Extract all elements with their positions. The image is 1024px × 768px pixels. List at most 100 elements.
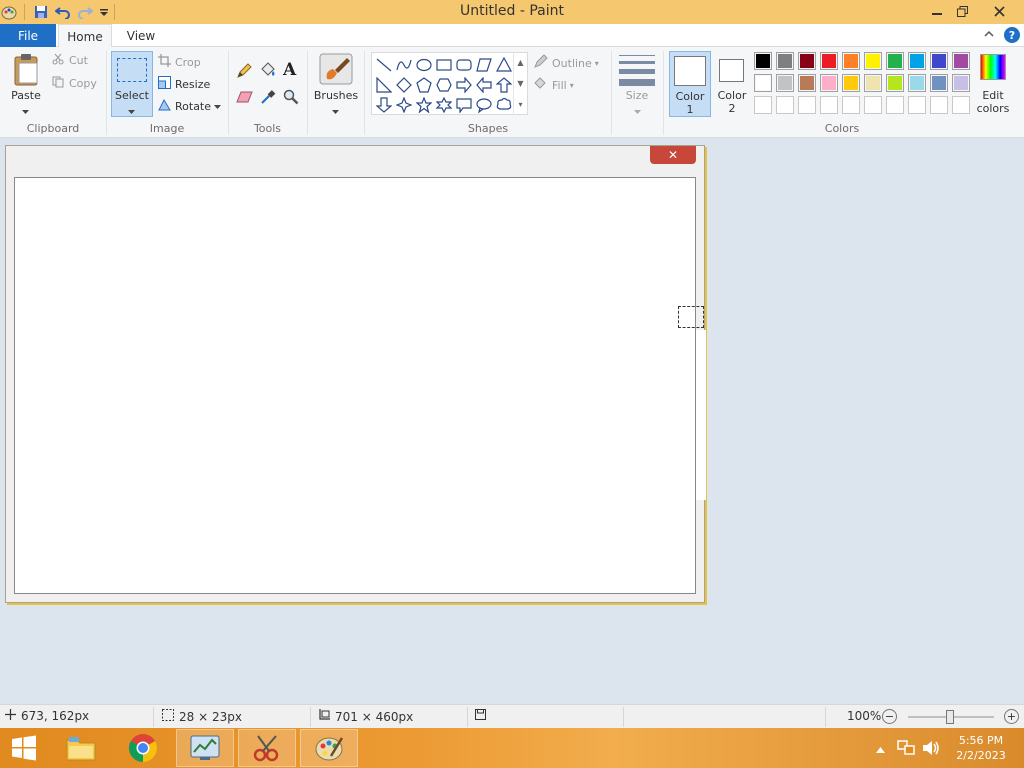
palette-swatch[interactable] [930,52,948,70]
shapes-gallery-scroll[interactable]: ▲ ▼ ▾ [513,52,527,115]
eraser-icon[interactable] [236,91,254,106]
custom-color-slot[interactable] [908,96,926,114]
five-point-star-shape-icon[interactable] [414,95,434,115]
diamond-shape-icon[interactable] [394,75,414,95]
drawing-canvas[interactable] [14,177,696,594]
oval-callout-shape-icon[interactable] [474,95,494,115]
palette-swatch[interactable] [930,74,948,92]
size-button[interactable]: Size [615,89,659,102]
palette-swatch[interactable] [886,52,904,70]
chrome-icon[interactable] [114,729,172,767]
color1-button[interactable]: Color 1 [669,51,711,117]
zoom-out-button[interactable]: − [882,709,897,724]
tab-file[interactable]: File [0,24,56,47]
curve-shape-icon[interactable] [394,55,414,75]
palette-swatch[interactable] [754,52,772,70]
hexagon-shape-icon[interactable] [434,75,454,95]
palette-swatch[interactable] [754,74,772,92]
copy-button[interactable]: Copy [52,76,97,91]
select-button[interactable]: Select [111,51,153,117]
clock[interactable]: 5:56 PM 2/2/2023 [951,733,1011,763]
paste-icon[interactable] [8,53,46,93]
color2-button[interactable]: Color 2 [712,89,752,115]
scroll-down-icon[interactable]: ▼ [517,79,523,88]
palette-swatch[interactable] [864,74,882,92]
palette-swatch[interactable] [798,52,816,70]
palette-swatch[interactable] [886,74,904,92]
fill-bucket-icon[interactable] [259,62,277,81]
selection-marquee[interactable] [678,306,704,328]
fill-button[interactable]: Fill ▾ [533,76,574,94]
zoom-slider-thumb[interactable] [946,710,954,724]
oval-shape-icon[interactable] [414,55,434,75]
custom-color-slot[interactable] [886,96,904,114]
custom-color-slot[interactable] [864,96,882,114]
edit-colors-icon[interactable] [980,54,1006,80]
resize-button[interactable]: Resize [158,76,210,92]
pentagon-shape-icon[interactable] [414,75,434,95]
palette-swatch[interactable] [842,74,860,92]
tab-home[interactable]: Home [58,24,112,48]
palette-swatch[interactable] [908,74,926,92]
paint-taskbar-icon[interactable] [300,729,358,767]
cut-button[interactable]: Cut [52,53,88,68]
line-shape-icon[interactable] [374,55,394,75]
scroll-up-icon[interactable]: ▲ [517,58,523,67]
color2-swatch[interactable] [719,59,744,82]
snipping-tool-icon[interactable] [238,729,296,767]
edit-colors-button[interactable]: Edit colors [972,89,1014,115]
triangle-shape-icon[interactable] [494,55,514,75]
cloud-callout-shape-icon[interactable] [494,95,514,115]
palette-swatch[interactable] [776,52,794,70]
palette-swatch[interactable] [776,74,794,92]
brushes-icon[interactable] [319,53,353,88]
custom-color-slot[interactable] [776,96,794,114]
tab-view[interactable]: View [115,24,167,48]
close-icon[interactable]: ✕ [650,146,696,164]
color-picker-icon[interactable] [260,89,276,108]
custom-color-slot[interactable] [798,96,816,114]
show-hidden-icons-icon[interactable] [876,743,885,756]
collapse-ribbon-icon[interactable] [984,29,994,42]
up-arrow-shape-icon[interactable] [494,75,514,95]
custom-color-slot[interactable] [952,96,970,114]
pencil-icon[interactable] [236,63,252,82]
volume-icon[interactable] [922,740,940,759]
start-button[interactable] [0,729,48,767]
palette-swatch[interactable] [798,74,816,92]
gallery-expand-icon[interactable]: ▾ [518,100,522,109]
rounded-rectangle-shape-icon[interactable] [454,55,474,75]
task-manager-icon[interactable] [176,729,234,767]
six-point-star-shape-icon[interactable] [434,95,454,115]
size-dropdown-icon[interactable] [634,105,641,118]
palette-swatch[interactable] [820,52,838,70]
left-arrow-shape-icon[interactable] [474,75,494,95]
right-arrow-shape-icon[interactable] [454,75,474,95]
right-triangle-shape-icon[interactable] [374,75,394,95]
polygon-shape-icon[interactable] [474,55,494,75]
custom-color-slot[interactable] [754,96,772,114]
text-tool-icon[interactable]: A [283,60,296,80]
rect-callout-shape-icon[interactable] [454,95,474,115]
restore-button[interactable] [947,0,977,22]
outline-button[interactable]: Outline ▾ [533,54,599,72]
brushes-dropdown-icon[interactable] [332,105,339,118]
custom-color-slot[interactable] [820,96,838,114]
zoom-in-button[interactable]: + [1004,709,1019,724]
magnifier-icon[interactable] [283,89,299,108]
palette-swatch[interactable] [952,74,970,92]
close-window-button[interactable] [982,0,1016,22]
custom-color-slot[interactable] [930,96,948,114]
rectangle-shape-icon[interactable] [434,55,454,75]
palette-swatch[interactable] [820,74,838,92]
palette-swatch[interactable] [952,52,970,70]
paste-button[interactable]: Paste [6,89,46,102]
network-icon[interactable] [897,740,915,759]
file-explorer-icon[interactable] [52,729,110,767]
help-icon[interactable]: ? [1004,27,1020,43]
rotate-button[interactable]: Rotate [158,98,222,114]
four-point-star-shape-icon[interactable] [394,95,414,115]
crop-button[interactable]: Crop [158,54,201,70]
palette-swatch[interactable] [864,52,882,70]
palette-swatch[interactable] [908,52,926,70]
